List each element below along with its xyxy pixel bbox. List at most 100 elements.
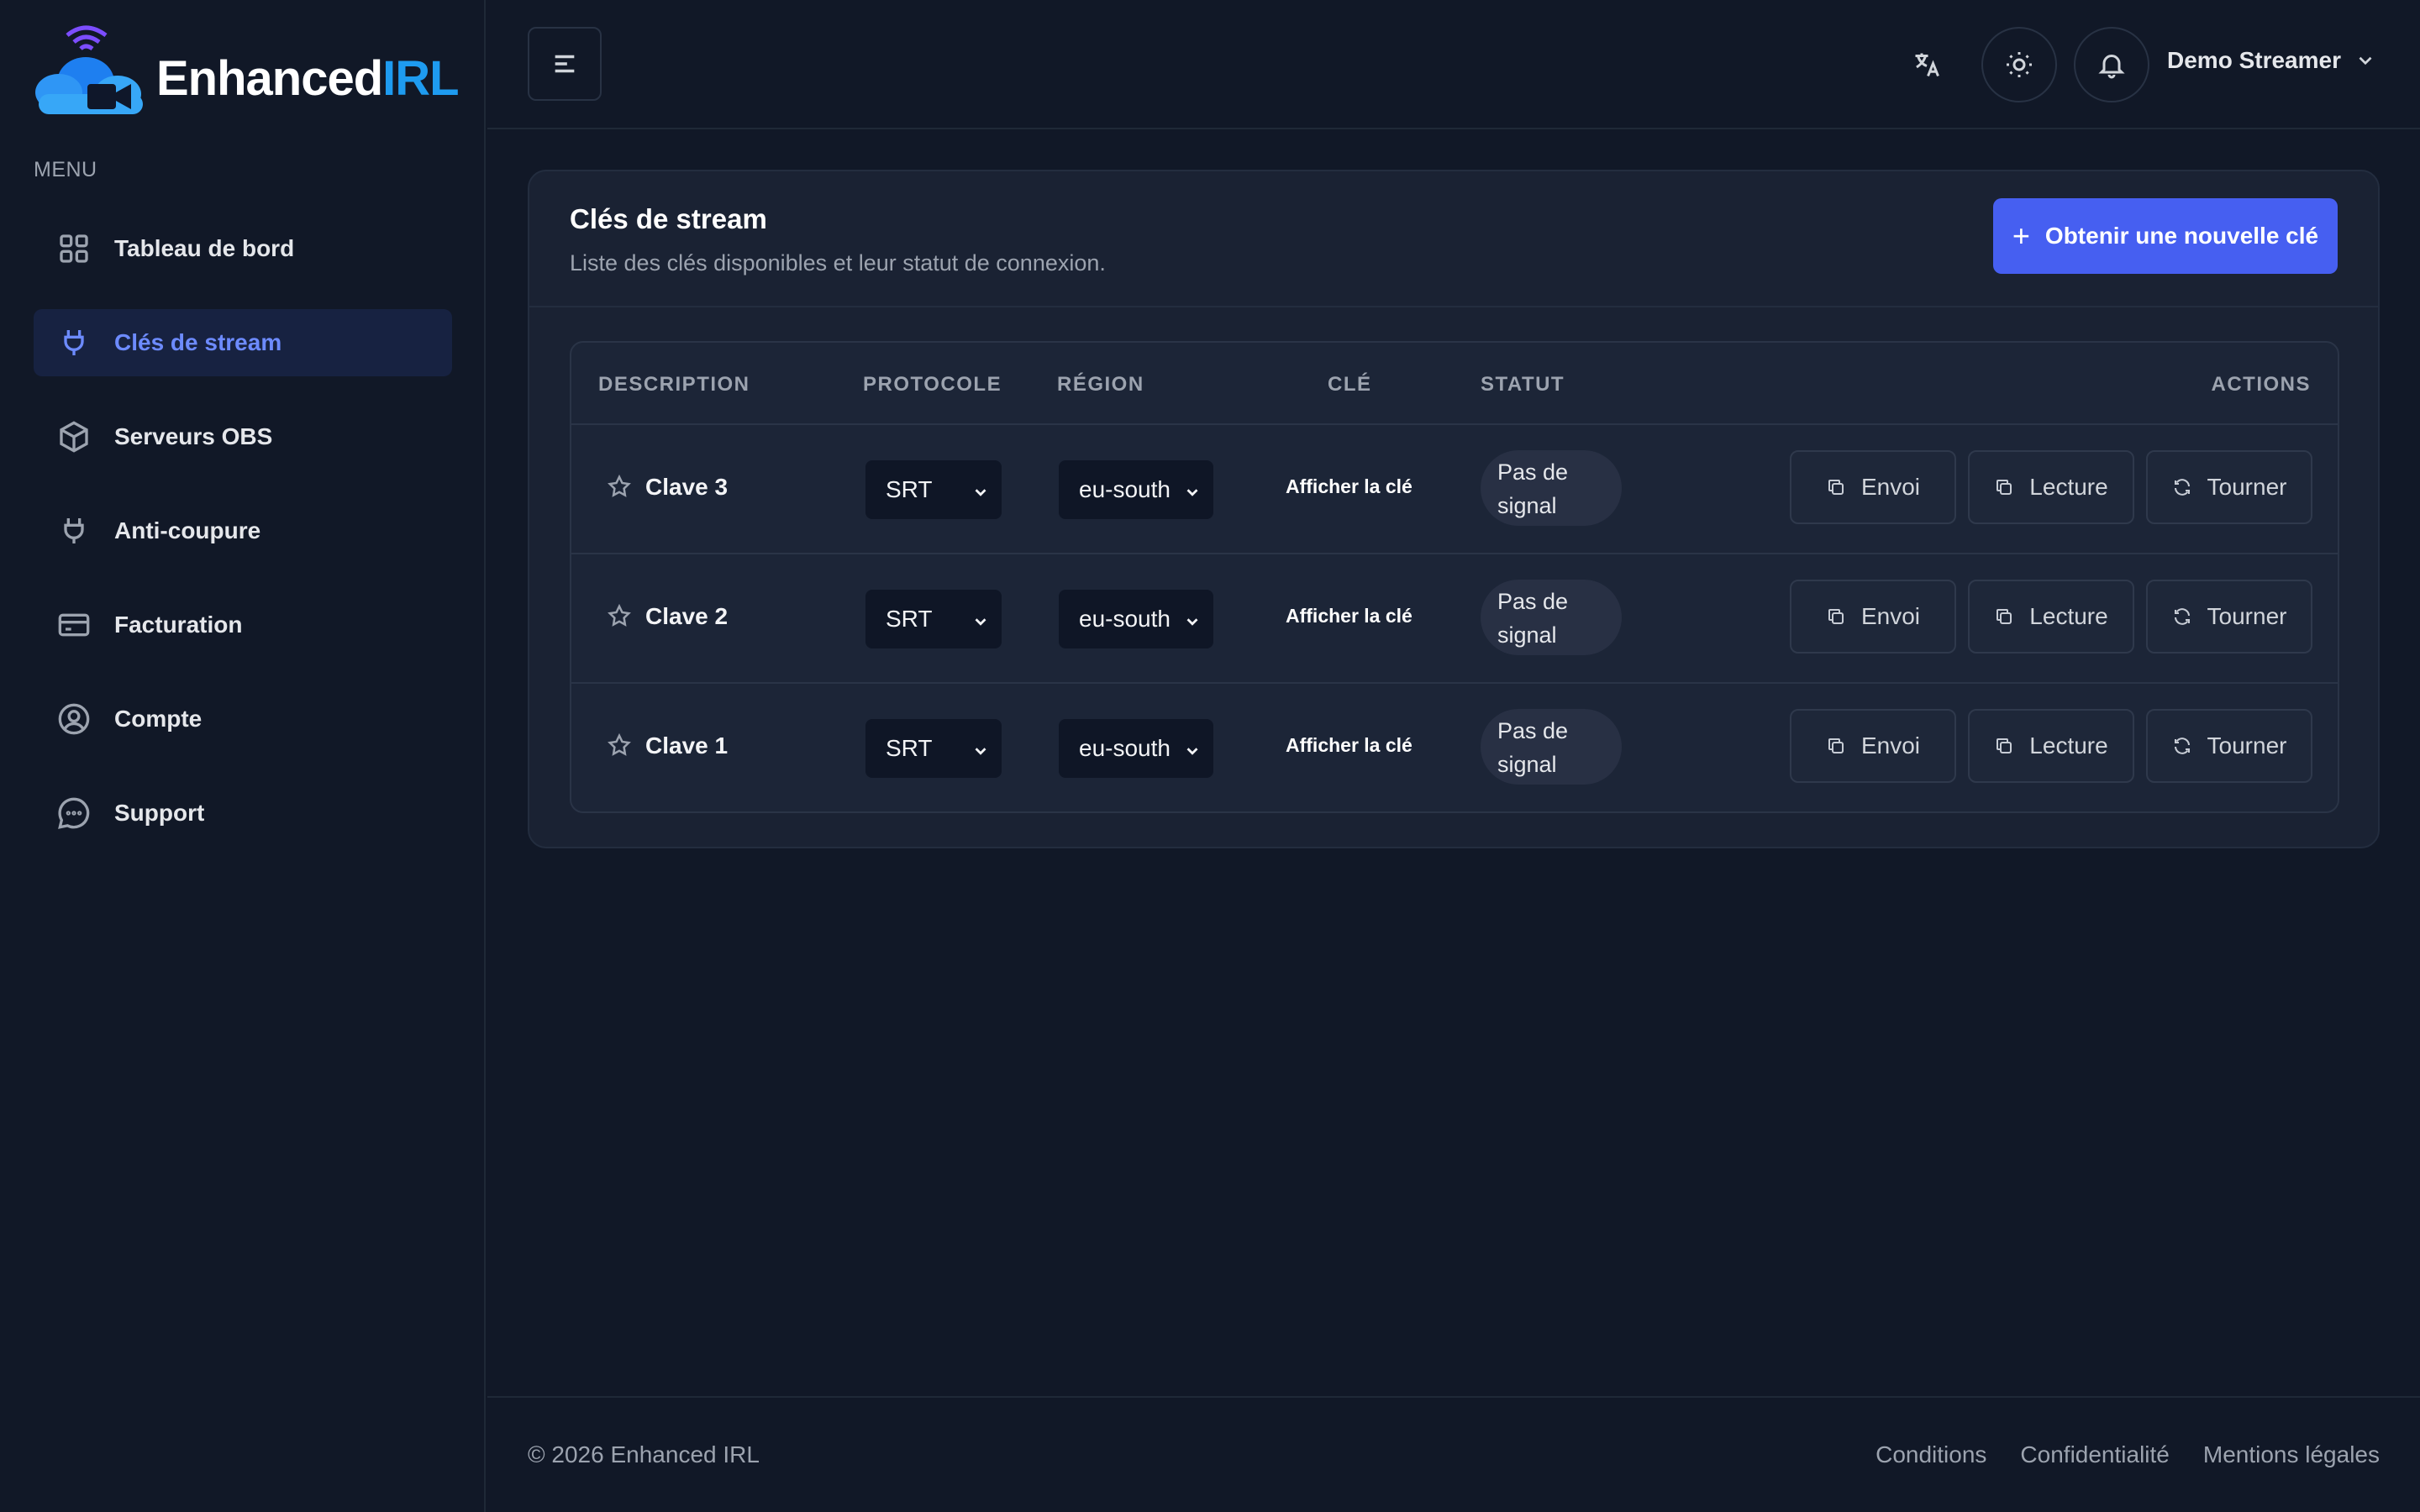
sidebar-item-obs-servers[interactable]: Serveurs OBS xyxy=(34,403,452,470)
play-button[interactable]: Lecture xyxy=(1968,450,2134,524)
region-select[interactable]: eu-south xyxy=(1059,590,1213,648)
column-header-description: DESCRIPTION xyxy=(598,373,750,396)
rotate-label: Tourner xyxy=(2207,603,2287,629)
send-button[interactable]: Envoi xyxy=(1790,580,1956,654)
show-key-link[interactable]: Afficher la clé xyxy=(1286,475,1413,498)
chevron-down-icon xyxy=(1183,480,1202,499)
theme-toggle-button[interactable] xyxy=(1981,27,2057,102)
protocol-select[interactable]: SRT xyxy=(865,719,1002,778)
cloud-camera-logo-icon xyxy=(35,25,143,114)
sidebar-item-support[interactable]: Support xyxy=(34,780,452,847)
notifications-button[interactable] xyxy=(2074,27,2149,102)
sidebar-item-label: Serveurs OBS xyxy=(114,423,273,449)
protocol-select[interactable]: SRT xyxy=(865,460,1002,519)
favorite-star-icon[interactable] xyxy=(607,474,632,499)
logo[interactable]: EnhancedIRL xyxy=(34,25,460,116)
send-label: Envoi xyxy=(1860,603,1921,629)
stream-keys-table: DESCRIPTION PROTOCOLE RÉGION CLÉ STATUT … xyxy=(570,341,2339,813)
refresh-icon xyxy=(2174,738,2190,754)
copy-icon xyxy=(1996,738,2012,753)
copyright: © 2026 Enhanced IRL xyxy=(528,1441,760,1467)
key-description: Clave 1 xyxy=(645,732,729,759)
chevron-down-icon xyxy=(971,739,990,758)
region-select[interactable]: eu-south xyxy=(1059,460,1213,519)
table-row: Clave 2 SRT eu-south Afficher la clé Pas… xyxy=(571,554,2338,684)
menu-icon xyxy=(555,55,575,73)
sidebar-item-label: Anti-coupure xyxy=(114,517,261,543)
new-key-button[interactable]: + Obtenir une nouvelle clé xyxy=(1993,198,2338,274)
box-icon xyxy=(57,420,91,454)
translate-icon xyxy=(1915,53,1939,77)
show-key-link[interactable]: Afficher la clé xyxy=(1286,605,1413,627)
stream-keys-card: Clés de stream Liste des clés disponible… xyxy=(528,170,2380,848)
region-select[interactable]: eu-south xyxy=(1059,719,1213,778)
refresh-icon xyxy=(2174,608,2190,625)
brand-name-part1: Enhanced xyxy=(156,50,383,106)
chevron-down-icon xyxy=(2359,56,2372,66)
language-button[interactable] xyxy=(1889,27,1965,102)
sidebar-item-stream-keys[interactable]: Clés de stream xyxy=(34,309,452,376)
sidebar-nav: Tableau de bord Clés de stream Serveurs … xyxy=(34,215,452,874)
copy-icon xyxy=(1828,480,1844,495)
send-button[interactable]: Envoi xyxy=(1790,450,1956,524)
send-label: Envoi xyxy=(1860,474,1921,500)
status-badge: Pas de signal xyxy=(1481,580,1622,655)
play-button[interactable]: Lecture xyxy=(1968,709,2134,783)
card-header: Clés de stream Liste des clés disponible… xyxy=(570,203,1106,276)
protocol-select[interactable]: SRT xyxy=(865,590,1002,648)
page-subtitle: Liste des clés disponibles et leur statu… xyxy=(570,250,1106,276)
sidebar-item-dashboard[interactable]: Tableau de bord xyxy=(34,215,452,282)
credit-card-icon xyxy=(57,608,91,642)
new-key-label: Obtenir une nouvelle clé xyxy=(2044,223,2319,249)
favorite-star-icon[interactable] xyxy=(607,603,632,628)
protocol-value: SRT xyxy=(886,735,933,761)
chevron-down-icon xyxy=(971,480,990,499)
rotate-button[interactable]: Tourner xyxy=(2146,580,2312,654)
sidebar-item-billing[interactable]: Facturation xyxy=(34,591,452,659)
user-menu[interactable]: Demo Streamer xyxy=(2167,47,2376,74)
table-row: Clave 1 SRT eu-south Afficher la clé Pas… xyxy=(571,684,2338,811)
menu-title: MENU xyxy=(34,158,97,181)
rotate-label: Tourner xyxy=(2207,474,2287,500)
plus-icon: + xyxy=(2012,218,2030,253)
protocol-value: SRT xyxy=(886,476,933,502)
send-button[interactable]: Envoi xyxy=(1790,709,1956,783)
key-description: Clave 3 xyxy=(645,474,729,500)
brand-name-part2: IRL xyxy=(382,50,459,106)
play-button[interactable]: Lecture xyxy=(1968,580,2134,654)
table-header: DESCRIPTION PROTOCOLE RÉGION CLÉ STATUT … xyxy=(571,343,2338,425)
footer: © 2026 Enhanced IRL Conditions Confident… xyxy=(487,1396,2420,1512)
plug-icon xyxy=(57,326,91,360)
menu-toggle-button[interactable] xyxy=(528,27,602,101)
rotate-button[interactable]: Tourner xyxy=(2146,709,2312,783)
copy-icon xyxy=(1996,609,2012,624)
plug-icon xyxy=(57,514,91,548)
region-value: eu-south xyxy=(1079,606,1171,632)
chevron-down-icon xyxy=(1183,610,1202,628)
user-name: Demo Streamer xyxy=(2167,47,2341,73)
rotate-button[interactable]: Tourner xyxy=(2146,450,2312,524)
sidebar-item-label: Facturation xyxy=(114,612,243,638)
status-badge: Pas de signal xyxy=(1481,450,1622,526)
copy-icon xyxy=(1828,609,1844,624)
status-badge: Pas de signal xyxy=(1481,709,1622,785)
favorite-star-icon[interactable] xyxy=(607,732,632,758)
play-label: Lecture xyxy=(2029,603,2108,629)
column-header-status: STATUT xyxy=(1481,373,1565,396)
chevron-down-icon xyxy=(1183,739,1202,758)
send-label: Envoi xyxy=(1860,732,1921,759)
column-header-protocol: PROTOCOLE xyxy=(863,373,1002,396)
footer-link-privacy[interactable]: Confidentialité xyxy=(2020,1441,2169,1468)
chevron-down-icon xyxy=(971,610,990,628)
footer-link-terms[interactable]: Conditions xyxy=(1876,1441,1986,1468)
protocol-value: SRT xyxy=(886,606,933,632)
region-value: eu-south xyxy=(1079,476,1171,502)
rotate-label: Tourner xyxy=(2207,732,2287,759)
sidebar-item-account[interactable]: Compte xyxy=(34,685,452,753)
show-key-link[interactable]: Afficher la clé xyxy=(1286,734,1413,757)
sidebar-item-anti-drop[interactable]: Anti-coupure xyxy=(34,497,452,564)
divider xyxy=(529,306,2378,307)
sidebar-item-label: Compte xyxy=(114,706,203,732)
footer-link-legal[interactable]: Mentions légales xyxy=(2203,1441,2380,1468)
key-description: Clave 2 xyxy=(645,603,729,629)
